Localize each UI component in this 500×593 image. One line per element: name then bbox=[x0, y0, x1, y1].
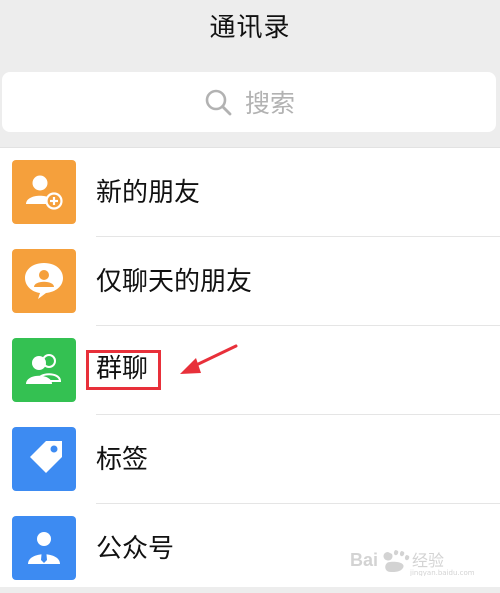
search-bar-container: 搜索 bbox=[0, 72, 500, 132]
tag-icon bbox=[12, 427, 76, 491]
app-header: 通讯录 bbox=[0, 0, 500, 62]
contacts-item-chat-only-friends[interactable]: 仅聊天的朋友 bbox=[0, 237, 500, 326]
group-chat-icon bbox=[12, 338, 76, 402]
contacts-list: 新的朋友 仅聊天的朋友 群聊 标签 公众号 bbox=[0, 147, 500, 587]
contacts-item-label: 公众号 bbox=[96, 534, 175, 564]
contacts-item-group-chat[interactable]: 群聊 bbox=[0, 326, 500, 415]
search-bar[interactable]: 搜索 bbox=[2, 72, 496, 132]
svg-text:jingyan.baidu.com: jingyan.baidu.com bbox=[409, 569, 475, 576]
chat-friend-icon bbox=[12, 249, 76, 313]
contacts-item-label: 新的朋友 bbox=[96, 178, 201, 208]
contacts-item-label: 标签 bbox=[96, 445, 149, 475]
contacts-item-tags[interactable]: 标签 bbox=[0, 415, 500, 504]
search-placeholder: 搜索 bbox=[244, 89, 295, 118]
highlight-box bbox=[86, 350, 161, 390]
contacts-item-label: 仅聊天的朋友 bbox=[96, 267, 253, 297]
page-title: 通讯录 bbox=[209, 12, 291, 43]
official-account-icon bbox=[12, 516, 76, 580]
contacts-item-new-friends[interactable]: 新的朋友 bbox=[0, 148, 500, 237]
svg-text:经验: 经验 bbox=[412, 551, 444, 570]
svg-text:Bai: Bai bbox=[350, 550, 378, 570]
search-icon bbox=[205, 89, 232, 116]
watermark-logo-icon: Bai 经验 jingyan.baidu.com bbox=[350, 550, 475, 576]
add-friend-icon bbox=[12, 160, 76, 224]
annotation-arrow-icon bbox=[180, 344, 238, 374]
